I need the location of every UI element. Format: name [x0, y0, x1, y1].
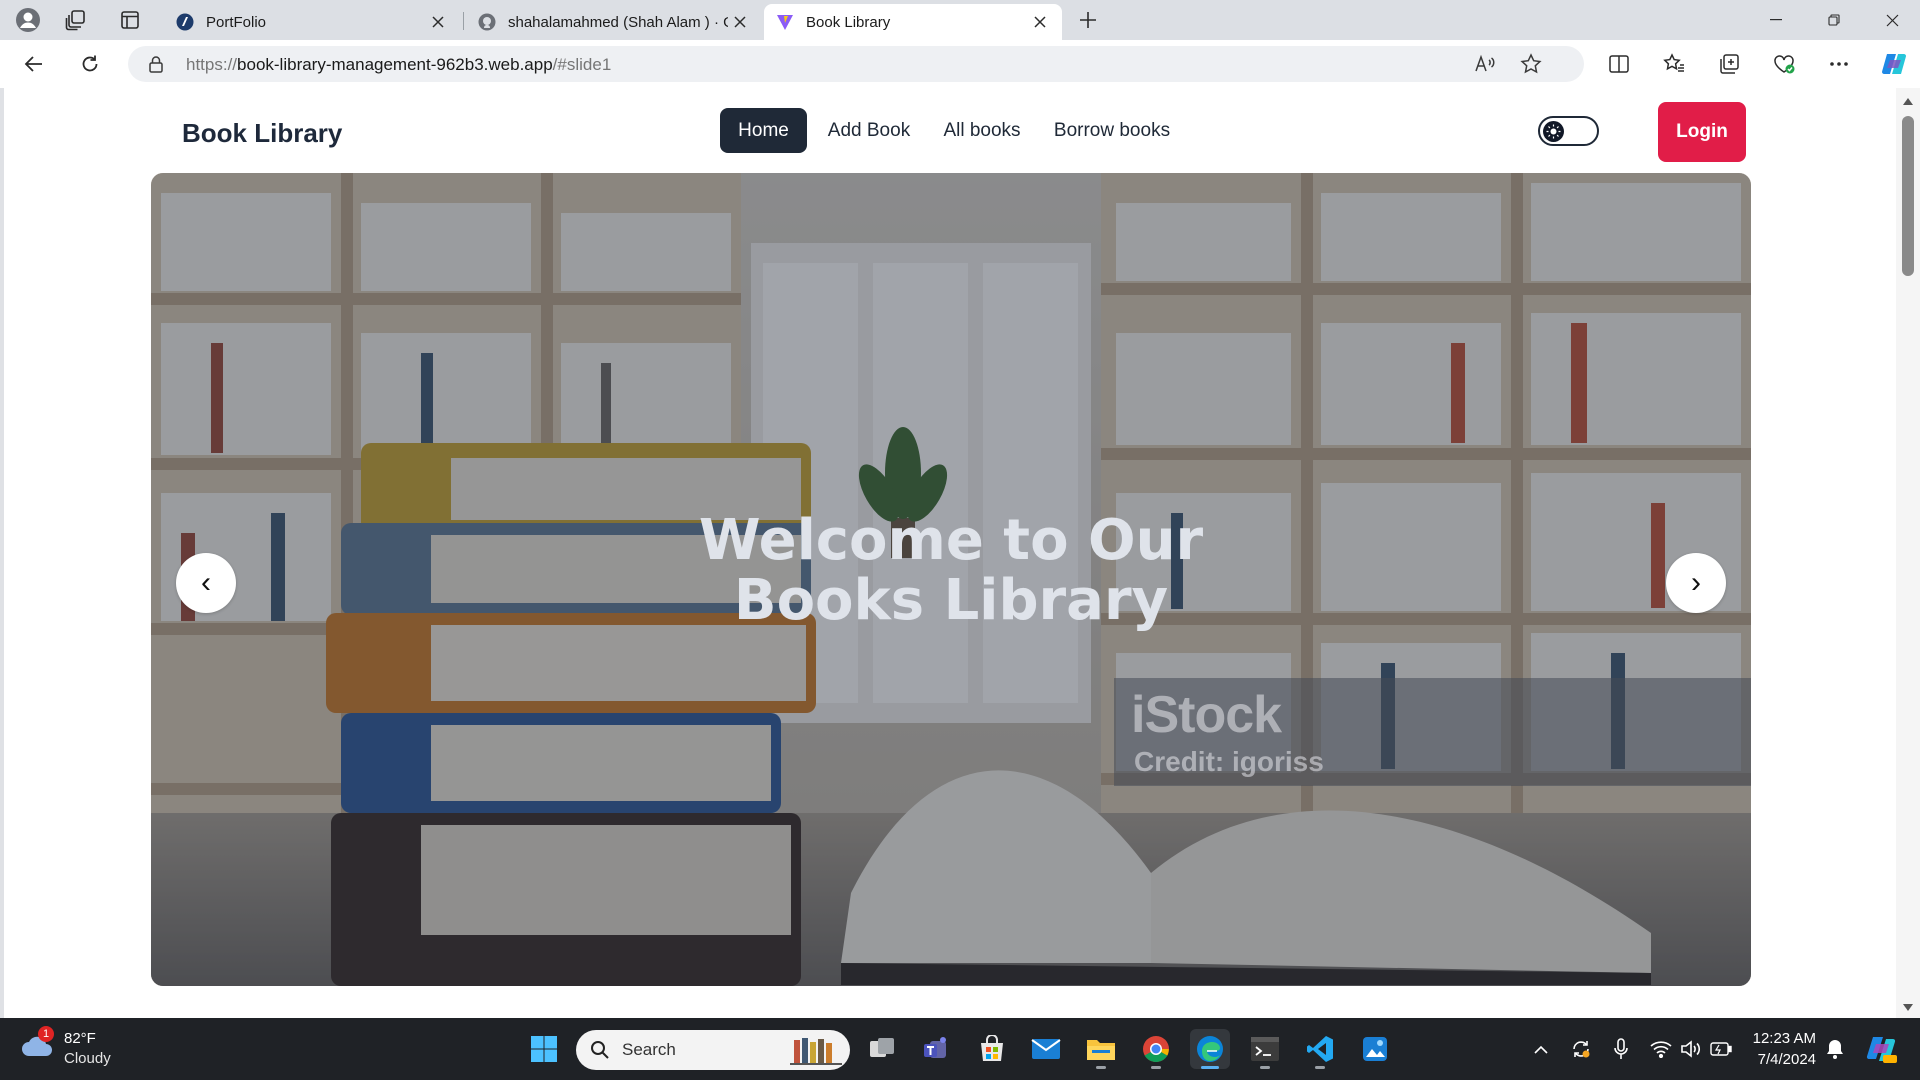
hero-title-line: Welcome to Our	[698, 508, 1204, 573]
close-icon[interactable]	[1028, 10, 1052, 34]
browser-tab-bar: PortFolio shahalamahmed (Shah Alam ) · G…	[0, 0, 1920, 40]
vscode-icon[interactable]	[1300, 1029, 1340, 1069]
tab-github[interactable]: shahalamahmed (Shah Alam ) · G	[466, 4, 762, 40]
close-icon[interactable]	[426, 10, 450, 34]
weather-widget[interactable]: 1 82°F Cloudy	[18, 1026, 128, 1072]
github-favicon-icon	[478, 13, 496, 31]
tab-label: PortFolio	[206, 13, 267, 31]
clock-time[interactable]: 12:23 AM	[1752, 1030, 1816, 1047]
favorite-star-icon[interactable]	[1520, 53, 1542, 80]
address-bar-row: https://book-library-management-962b3.we…	[0, 40, 1920, 88]
nav-link-all-books[interactable]: All books	[936, 108, 1028, 153]
volume-icon[interactable]	[1678, 1036, 1704, 1062]
more-menu-icon[interactable]	[1823, 48, 1855, 80]
favorites-icon[interactable]	[1658, 48, 1690, 80]
copilot-preview-icon[interactable]	[1864, 1032, 1898, 1066]
tab-book-library[interactable]: Book Library	[764, 4, 1062, 40]
file-explorer-icon[interactable]	[1081, 1029, 1121, 1069]
carousel-next-button[interactable]: ›	[1666, 553, 1726, 613]
start-button[interactable]	[524, 1029, 564, 1069]
close-icon[interactable]	[728, 10, 752, 34]
search-icon	[590, 1040, 610, 1065]
tab-label: shahalamahmed (Shah Alam ) · G	[508, 13, 728, 31]
microphone-icon[interactable]	[1608, 1036, 1634, 1062]
terminal-icon[interactable]	[1245, 1029, 1285, 1069]
tab-separator	[463, 12, 464, 30]
new-tab-icon[interactable]	[1072, 4, 1104, 36]
portfolio-favicon-icon	[176, 13, 194, 31]
task-view-icon[interactable]	[862, 1029, 902, 1069]
weather-condition: Cloudy	[64, 1050, 111, 1067]
running-indicator	[1201, 1066, 1219, 1069]
minimize-icon[interactable]	[1748, 0, 1804, 40]
restore-icon[interactable]	[1806, 0, 1862, 40]
taskbar-search[interactable]: Search	[576, 1030, 850, 1070]
running-indicator	[1260, 1066, 1270, 1069]
tab-label: Book Library	[806, 13, 891, 31]
page-scrollbar[interactable]	[1896, 88, 1920, 1018]
photos-icon[interactable]	[1355, 1029, 1395, 1069]
split-screen-icon[interactable]	[1603, 48, 1635, 80]
profile-icon[interactable]	[12, 4, 44, 36]
window-close-icon[interactable]	[1864, 0, 1920, 40]
back-icon[interactable]	[18, 48, 50, 80]
copilot-icon[interactable]	[1878, 48, 1910, 80]
search-highlight-icon	[788, 1034, 844, 1071]
running-indicator	[1096, 1066, 1106, 1069]
nav-link-borrow-books[interactable]: Borrow books	[1048, 108, 1176, 153]
read-aloud-icon[interactable]	[1474, 54, 1496, 79]
clock-date[interactable]: 7/4/2024	[1742, 1051, 1816, 1068]
theme-toggle[interactable]	[1538, 116, 1599, 146]
weather-badge: 1	[38, 1026, 54, 1042]
workspaces-icon[interactable]	[60, 4, 92, 36]
refresh-icon[interactable]	[74, 48, 106, 80]
nav-link-home[interactable]: Home	[720, 108, 807, 153]
running-indicator	[1315, 1066, 1325, 1069]
weather-temp: 82°F	[64, 1030, 96, 1047]
watermark-credit: Credit: igoriss	[1134, 746, 1324, 777]
search-placeholder: Search	[622, 1040, 676, 1059]
watermark-logo: iStock	[1131, 686, 1282, 744]
url-text: https://book-library-management-962b3.we…	[186, 55, 612, 74]
battery-icon[interactable]	[1708, 1036, 1734, 1062]
edge-icon[interactable]	[1190, 1029, 1230, 1069]
scroll-up-icon[interactable]	[1896, 92, 1920, 110]
running-indicator	[1151, 1066, 1161, 1069]
vite-favicon-icon	[776, 13, 794, 31]
site-brand[interactable]: Book Library	[182, 118, 342, 149]
browser-essentials-icon[interactable]	[1768, 48, 1800, 80]
wifi-icon[interactable]	[1648, 1036, 1674, 1062]
hero-carousel: iStock Credit: igoriss Welcome to Our Bo…	[151, 173, 1751, 986]
hero-title: Welcome to Our Books Library	[151, 511, 1751, 631]
mail-icon[interactable]	[1026, 1029, 1066, 1069]
nav-link-add-book[interactable]: Add Book	[822, 108, 916, 153]
chrome-icon[interactable]	[1136, 1029, 1176, 1069]
collections-icon[interactable]	[1713, 48, 1745, 80]
carousel-prev-button[interactable]: ‹	[176, 553, 236, 613]
url-field[interactable]: https://book-library-management-962b3.we…	[128, 46, 1584, 82]
hero-title-line: Books Library	[733, 568, 1169, 633]
tab-portfolio[interactable]: PortFolio	[164, 4, 460, 40]
scroll-down-icon[interactable]	[1896, 998, 1920, 1016]
lock-icon[interactable]	[148, 55, 164, 78]
vertical-tabs-icon[interactable]	[114, 4, 146, 36]
scroll-thumb[interactable]	[1902, 116, 1914, 276]
page-viewport: Book Library Home Add Book All books Bor…	[0, 88, 1920, 1018]
notification-bell-icon[interactable]	[1822, 1036, 1848, 1062]
microsoft-store-icon[interactable]	[972, 1029, 1012, 1069]
sun-icon	[1543, 121, 1564, 142]
sync-icon[interactable]	[1568, 1036, 1594, 1062]
teams-icon[interactable]	[917, 1029, 957, 1069]
chevron-up-icon[interactable]	[1528, 1036, 1554, 1062]
login-button[interactable]: Login	[1658, 102, 1746, 162]
windows-taskbar: 1 82°F Cloudy Search 12:23 AM 7/4/2024	[0, 1018, 1920, 1080]
